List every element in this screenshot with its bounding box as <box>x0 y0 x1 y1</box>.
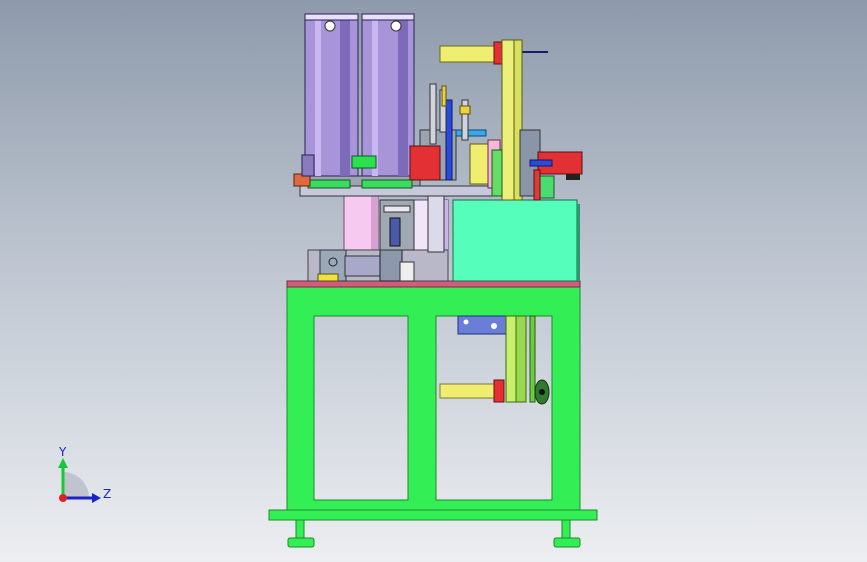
green-housing <box>452 199 578 282</box>
leveling-foot-right <box>553 519 581 548</box>
leveling-foot-left <box>287 519 315 548</box>
tabletop <box>286 280 581 288</box>
lower-drive <box>439 315 550 405</box>
blue-bracket <box>457 315 509 335</box>
feeder-cylinder-right <box>351 13 415 177</box>
upper-assembly <box>293 13 583 282</box>
base-plate <box>268 509 598 521</box>
machine-frame <box>268 280 598 548</box>
upper-belt <box>501 39 515 201</box>
lower-motor <box>439 383 497 399</box>
cad-viewport[interactable] <box>0 0 867 562</box>
lower-belt <box>505 315 517 403</box>
feeder-cylinder-left <box>301 13 359 177</box>
upper-motor <box>439 45 497 63</box>
